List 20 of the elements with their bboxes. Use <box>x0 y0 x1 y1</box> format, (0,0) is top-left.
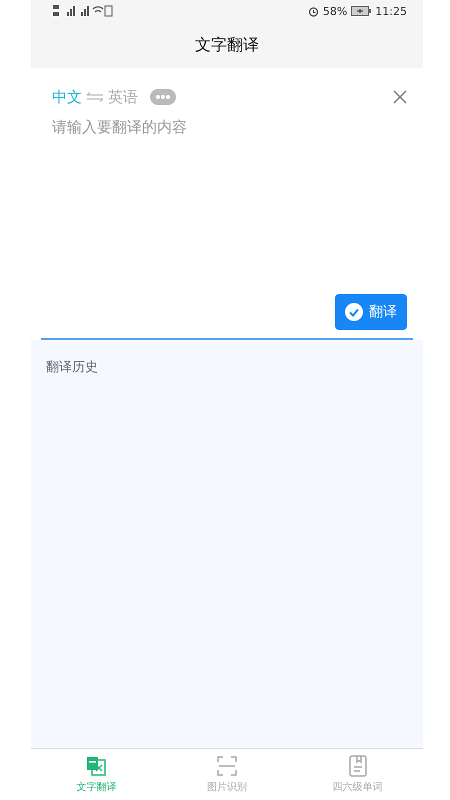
nav-tab[interactable]: 四六级单词 <box>292 749 424 800</box>
document-icon <box>346 755 369 777</box>
translate-icon <box>85 755 108 777</box>
swap-icon[interactable] <box>86 92 104 102</box>
source-language[interactable]: 中文 <box>52 88 82 106</box>
target-language[interactable]: 英语 <box>108 88 138 106</box>
more-icon[interactable] <box>150 89 176 105</box>
page-title: 文字翻译 <box>195 34 259 56</box>
nav-tab[interactable]: 图片识别 <box>162 749 292 800</box>
close-button[interactable] <box>393 90 407 104</box>
battery-percent: 58% <box>322 4 348 18</box>
signal-icon <box>53 4 113 18</box>
check-icon <box>345 303 363 321</box>
history-title: 翻译历史 <box>46 360 98 375</box>
alarm-icon <box>308 6 319 16</box>
scan-icon <box>216 755 238 777</box>
translate-button[interactable]: 翻译 <box>335 294 407 330</box>
battery-icon <box>351 6 372 16</box>
clock: 11:25 <box>375 4 407 18</box>
nav-tab[interactable]: 文字翻译 <box>31 749 162 800</box>
